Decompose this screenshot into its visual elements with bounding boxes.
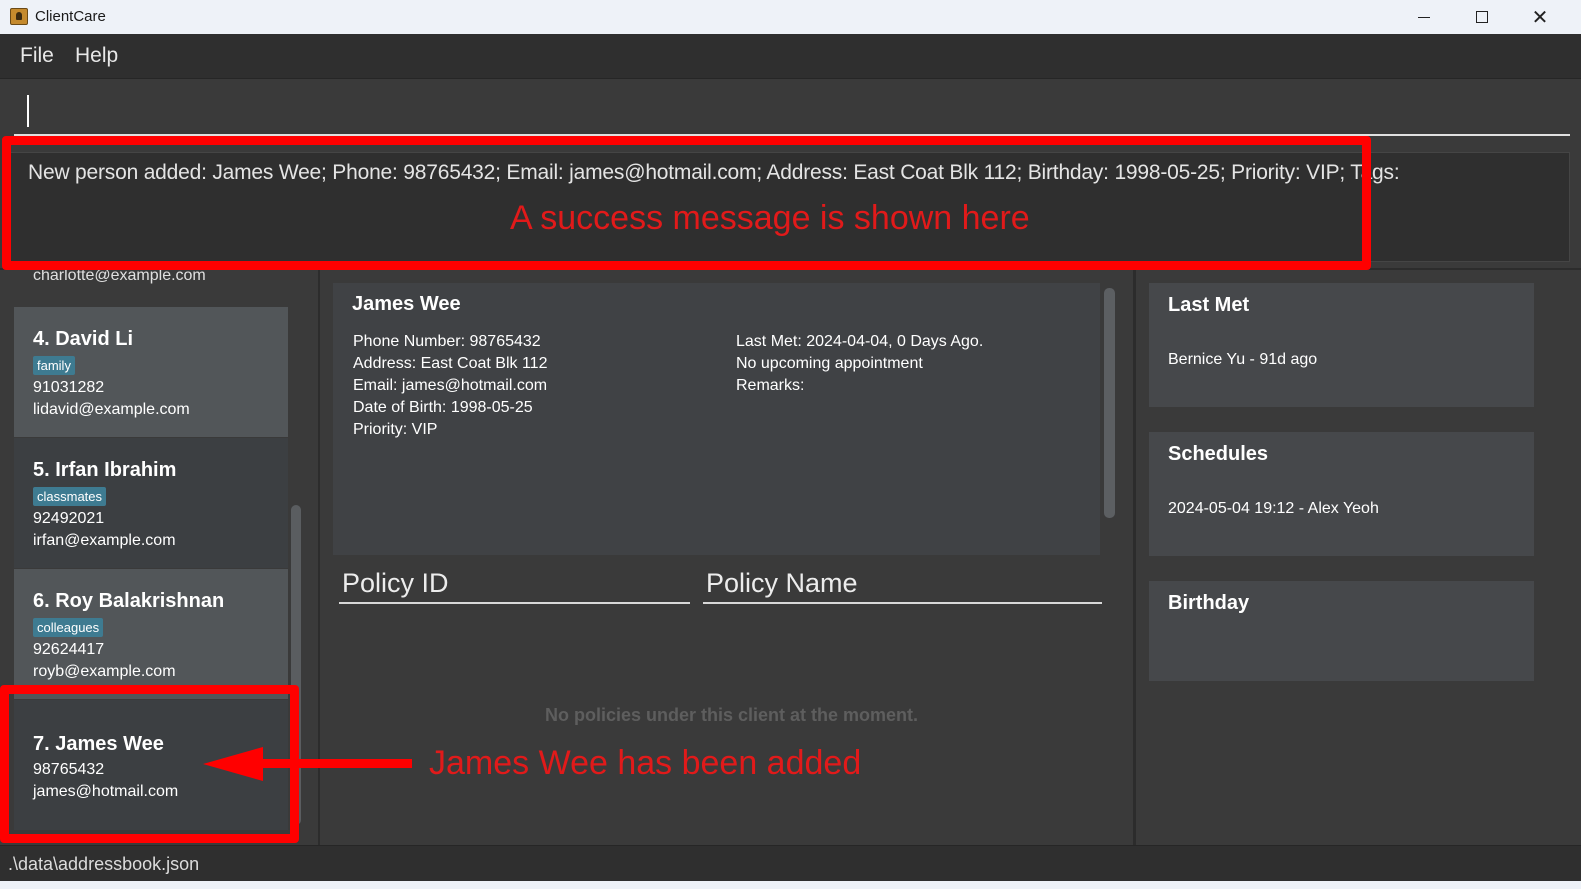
policy-empty-message: No policies under this client at the mom…	[545, 705, 919, 725]
status-bar: .\data\addressbook.json	[0, 845, 1581, 881]
text-caret	[27, 95, 29, 127]
last-met-entry: Bernice Yu - 91d ago	[1168, 351, 1318, 368]
minimize-button[interactable]	[1395, 0, 1453, 34]
detail-priority: Priority: VIP	[353, 421, 438, 438]
person-phone: 92624417	[33, 641, 105, 658]
partial-card-email: charlotte@example.com	[33, 270, 206, 284]
detail-scrollbar[interactable]	[1104, 288, 1115, 518]
person-card[interactable]: 5. Irfan Ibrahim classmates 92492021 irf…	[14, 438, 288, 568]
window-bottom-edge	[0, 881, 1581, 889]
detail-phone: Phone Number: 98765432	[353, 333, 541, 350]
person-phone: 92492021	[33, 510, 105, 527]
person-email: lidavid@example.com	[33, 401, 190, 418]
window-title: ClientCare	[35, 8, 106, 25]
command-input[interactable]	[14, 86, 1570, 136]
annotation-success-note: A success message is shown here	[510, 199, 1030, 237]
maximize-icon	[1476, 11, 1488, 23]
schedules-panel: Schedules 2024-05-04 19:12 - Alex Yeoh	[1149, 432, 1534, 556]
window-title-bar: ClientCare ✕	[0, 0, 1581, 34]
person-email: irfan@example.com	[33, 532, 176, 549]
birthday-title: Birthday	[1168, 592, 1250, 614]
detail-email: Email: james@hotmail.com	[353, 377, 548, 394]
schedule-entry: 2024-05-04 19:12 - Alex Yeoh	[1168, 500, 1379, 517]
menu-help[interactable]: Help	[75, 44, 118, 68]
person-card[interactable]: 6. Roy Balakrishnan colleagues 92624417 …	[14, 569, 288, 699]
person-phone: 91031282	[33, 379, 105, 396]
policy-id-underline	[339, 602, 690, 604]
person-card[interactable]: 4. David Li family 91031282 lidavid@exam…	[14, 307, 288, 437]
policy-name-header[interactable]: Policy Name	[706, 568, 858, 599]
detail-last-met: Last Met: 2024-04-04, 0 Days Ago.	[736, 333, 984, 350]
birthday-panel: Birthday	[1149, 581, 1534, 681]
detail-name: James Wee	[352, 293, 461, 315]
last-met-title: Last Met	[1168, 294, 1250, 316]
minimize-icon	[1418, 16, 1430, 18]
annotation-arrow-icon	[203, 747, 263, 781]
annotation-arrow-shaft	[255, 759, 412, 768]
tag-badge: family	[33, 356, 75, 375]
detail-address: Address: East Coat Blk 112	[353, 355, 548, 372]
close-icon: ✕	[1531, 5, 1549, 29]
tag-badge: classmates	[33, 487, 107, 506]
schedules-title: Schedules	[1168, 443, 1269, 465]
annotation-added-note: James Wee has been added	[429, 744, 862, 782]
data-file-path: .\data\addressbook.json	[8, 854, 200, 874]
detail-appointment: No upcoming appointment	[736, 355, 923, 372]
right-divider	[1133, 270, 1136, 845]
person-name: 6. Roy Balakrishnan	[33, 590, 225, 612]
menu-bar: File Help	[0, 34, 1581, 79]
detail-dob: Date of Birth: 1998-05-25	[353, 399, 533, 416]
detail-remarks: Remarks:	[736, 377, 805, 394]
policy-name-underline	[703, 602, 1102, 604]
tag-badge: colleagues	[33, 618, 104, 637]
person-email: royb@example.com	[33, 663, 176, 680]
policy-id-header[interactable]: Policy ID	[342, 568, 449, 599]
menu-file[interactable]: File	[20, 44, 54, 68]
maximize-button[interactable]	[1453, 0, 1511, 34]
close-button[interactable]: ✕	[1511, 0, 1569, 34]
person-name: 5. Irfan Ibrahim	[33, 459, 177, 481]
client-detail-card	[333, 283, 1100, 555]
app-icon	[10, 8, 28, 25]
last-met-panel: Last Met Bernice Yu - 91d ago	[1149, 283, 1534, 407]
person-name: 4. David Li	[33, 328, 134, 350]
